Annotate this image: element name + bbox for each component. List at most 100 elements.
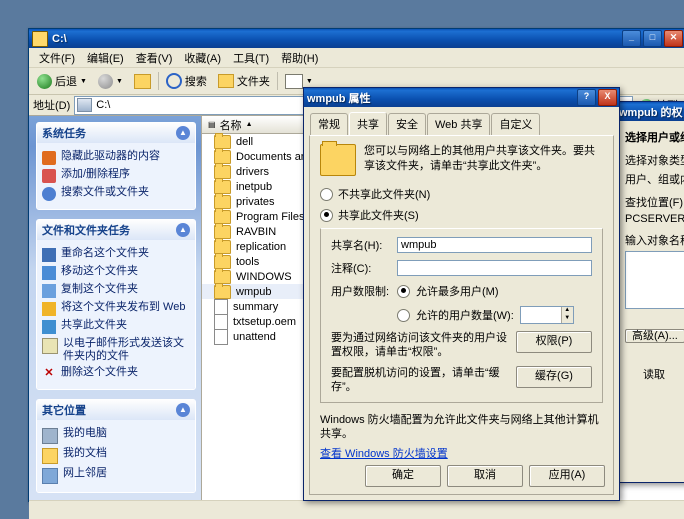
radio-not-share[interactable]	[320, 187, 333, 201]
chevron-up-icon[interactable]: ▲	[176, 126, 190, 140]
up-button[interactable]	[130, 72, 155, 91]
caching-text: 要配置脱机访问的设置，请单击“缓存”。	[331, 367, 500, 393]
folders-icon	[217, 74, 234, 88]
menu-favorites[interactable]: 收藏(A)	[178, 49, 227, 67]
help-button[interactable]: ?	[577, 89, 596, 106]
back-button[interactable]: 后退 ▼	[33, 71, 91, 91]
panel-system-tasks-header[interactable]: 系统任务 ▲	[37, 123, 195, 143]
chevron-up-icon[interactable]: ▲	[176, 403, 190, 417]
location-value: PCSERVER	[625, 213, 684, 225]
task-rename-folder[interactable]: 重命名这个文件夹	[42, 247, 192, 262]
forward-dropdown-icon[interactable]: ▼	[116, 78, 123, 85]
radio-not-share-row[interactable]: 不共享此文件夹(N)	[320, 186, 603, 202]
back-dropdown-icon[interactable]: ▼	[80, 78, 87, 85]
task-share-folder[interactable]: 共享此文件夹	[42, 319, 192, 334]
stepper-up-icon[interactable]: ▲	[560, 307, 573, 315]
permissions-button[interactable]: 权限(P)	[516, 331, 592, 353]
task-email-folder-files[interactable]: 以电子邮件形式发送该文件夹内的文件	[42, 337, 192, 363]
panel-system-tasks-body: 隐藏此驱动器的内容 添加/删除程序 搜索文件或文件夹	[37, 143, 195, 209]
publish-icon	[42, 302, 56, 316]
radio-not-share-label: 不共享此文件夹(N)	[338, 189, 431, 201]
radio-allow-users[interactable]	[397, 308, 410, 322]
tab-general[interactable]: 常规	[310, 113, 348, 136]
menu-file[interactable]: 文件(F)	[33, 49, 81, 67]
toolbar-divider	[157, 72, 159, 90]
firewall-settings-link[interactable]: 查看 Windows 防火墙设置	[320, 448, 448, 460]
folder-icon	[214, 252, 231, 269]
sort-asc-icon: ▲	[245, 121, 253, 128]
copy-icon	[42, 284, 56, 298]
task-copy-folder[interactable]: 复制这个文件夹	[42, 283, 192, 298]
stepper-buttons[interactable]: ▲ ▼	[560, 307, 573, 323]
place-my-documents[interactable]: 我的文档	[42, 447, 192, 464]
share-name-input[interactable]: wmpub	[397, 237, 592, 253]
explorer-titlebar: C:\ _ □ ✕	[29, 29, 684, 48]
apply-button[interactable]: 应用(A)	[529, 465, 605, 487]
names-input[interactable]	[625, 251, 684, 309]
radio-share[interactable]	[320, 208, 333, 222]
chevron-up-icon[interactable]: ▲	[176, 223, 190, 237]
properties-window-buttons: ? X	[577, 89, 617, 106]
email-icon	[42, 338, 58, 354]
folders-button[interactable]: 文件夹	[214, 71, 274, 91]
minimize-button[interactable]: _	[622, 30, 641, 47]
file-icon	[214, 328, 228, 345]
place-network[interactable]: 网上邻居	[42, 467, 192, 484]
radio-share-row[interactable]: 共享此文件夹(S)	[320, 207, 603, 223]
stepper-down-icon[interactable]: ▼	[560, 315, 573, 323]
tab-customize[interactable]: 自定义	[491, 113, 541, 136]
ok-button[interactable]: 确定	[365, 465, 441, 487]
panel-system-tasks-title: 系统任务	[42, 128, 86, 140]
documents-icon	[42, 448, 58, 464]
task-delete-folder[interactable]: ✕ 删除这个文件夹	[42, 366, 192, 381]
user-count-stepper[interactable]: ▲ ▼	[519, 306, 574, 324]
caching-button[interactable]: 缓存(G)	[516, 366, 592, 388]
forward-button[interactable]: ▼	[94, 72, 127, 91]
sharing-intro-text: 您可以与网络上的其他用户共享该文件夹。要共享该文件夹，请单击“共享此文件夹”。	[364, 145, 595, 172]
menu-help[interactable]: 帮助(H)	[275, 49, 324, 67]
menu-edit[interactable]: 编辑(E)	[81, 49, 130, 67]
task-publish-folder[interactable]: 将这个文件夹发布到 Web	[42, 301, 192, 316]
search-button[interactable]: 搜索	[162, 71, 211, 91]
tab-sharing[interactable]: 共享	[349, 112, 387, 135]
close-button[interactable]: X	[598, 89, 617, 106]
folder-icon	[214, 282, 231, 299]
panel-other-places: 其它位置 ▲ 我的电脑 我的文档 网上邻居	[36, 399, 196, 493]
caching-row: 要配置脱机访问的设置，请单击“缓存”。 缓存(G)	[331, 366, 592, 394]
panel-other-places-header[interactable]: 其它位置 ▲	[37, 400, 195, 420]
panel-other-places-body: 我的电脑 我的文档 网上邻居	[37, 420, 195, 492]
tab-security[interactable]: 安全	[388, 113, 426, 136]
task-move-folder[interactable]: 移动这个文件夹	[42, 265, 192, 280]
toolbar-divider-2	[276, 72, 278, 90]
views-dropdown-icon[interactable]: ▼	[306, 78, 313, 85]
explorer-title: C:\	[52, 32, 67, 45]
menu-view[interactable]: 查看(V)	[130, 49, 179, 67]
folder-icon	[214, 147, 231, 164]
properties-titlebar: wmpub 属性 ? X	[304, 88, 619, 107]
move-icon	[42, 266, 56, 280]
user-count-value	[521, 307, 527, 323]
tab-web-sharing[interactable]: Web 共享	[427, 113, 491, 136]
close-button[interactable]: ✕	[664, 30, 683, 47]
select-users-titlebar: wmpub 的权	[616, 102, 684, 121]
folder-icon	[214, 222, 231, 239]
comment-input[interactable]	[397, 260, 592, 276]
task-search-files[interactable]: 搜索文件或文件夹	[42, 186, 192, 201]
maximize-button[interactable]: □	[643, 30, 662, 47]
radio-share-label: 共享此文件夹(S)	[338, 210, 419, 222]
place-my-computer[interactable]: 我的电脑	[42, 427, 192, 444]
panel-file-folder-tasks-header[interactable]: 文件和文件夹任务 ▲	[37, 220, 195, 240]
views-icon	[284, 73, 303, 89]
cancel-button[interactable]: 取消	[447, 465, 523, 487]
permissions-header: 读取	[643, 369, 665, 381]
comment-label: 注释(C):	[331, 263, 372, 275]
radio-max-users[interactable]	[397, 284, 410, 298]
advanced-button[interactable]: 高级(A)...	[625, 327, 684, 346]
task-hide-drive-contents[interactable]: 隐藏此驱动器的内容	[42, 150, 192, 165]
object-type-label: 选择对象类型(S):	[625, 155, 684, 167]
task-add-remove-programs[interactable]: 添加/删除程序	[42, 168, 192, 183]
address-value: C:\	[96, 99, 111, 111]
properties-tabs: 常规 共享 安全 Web 共享 自定义	[304, 107, 619, 136]
panel-other-places-title: 其它位置	[42, 405, 86, 417]
menu-tools[interactable]: 工具(T)	[227, 49, 275, 67]
